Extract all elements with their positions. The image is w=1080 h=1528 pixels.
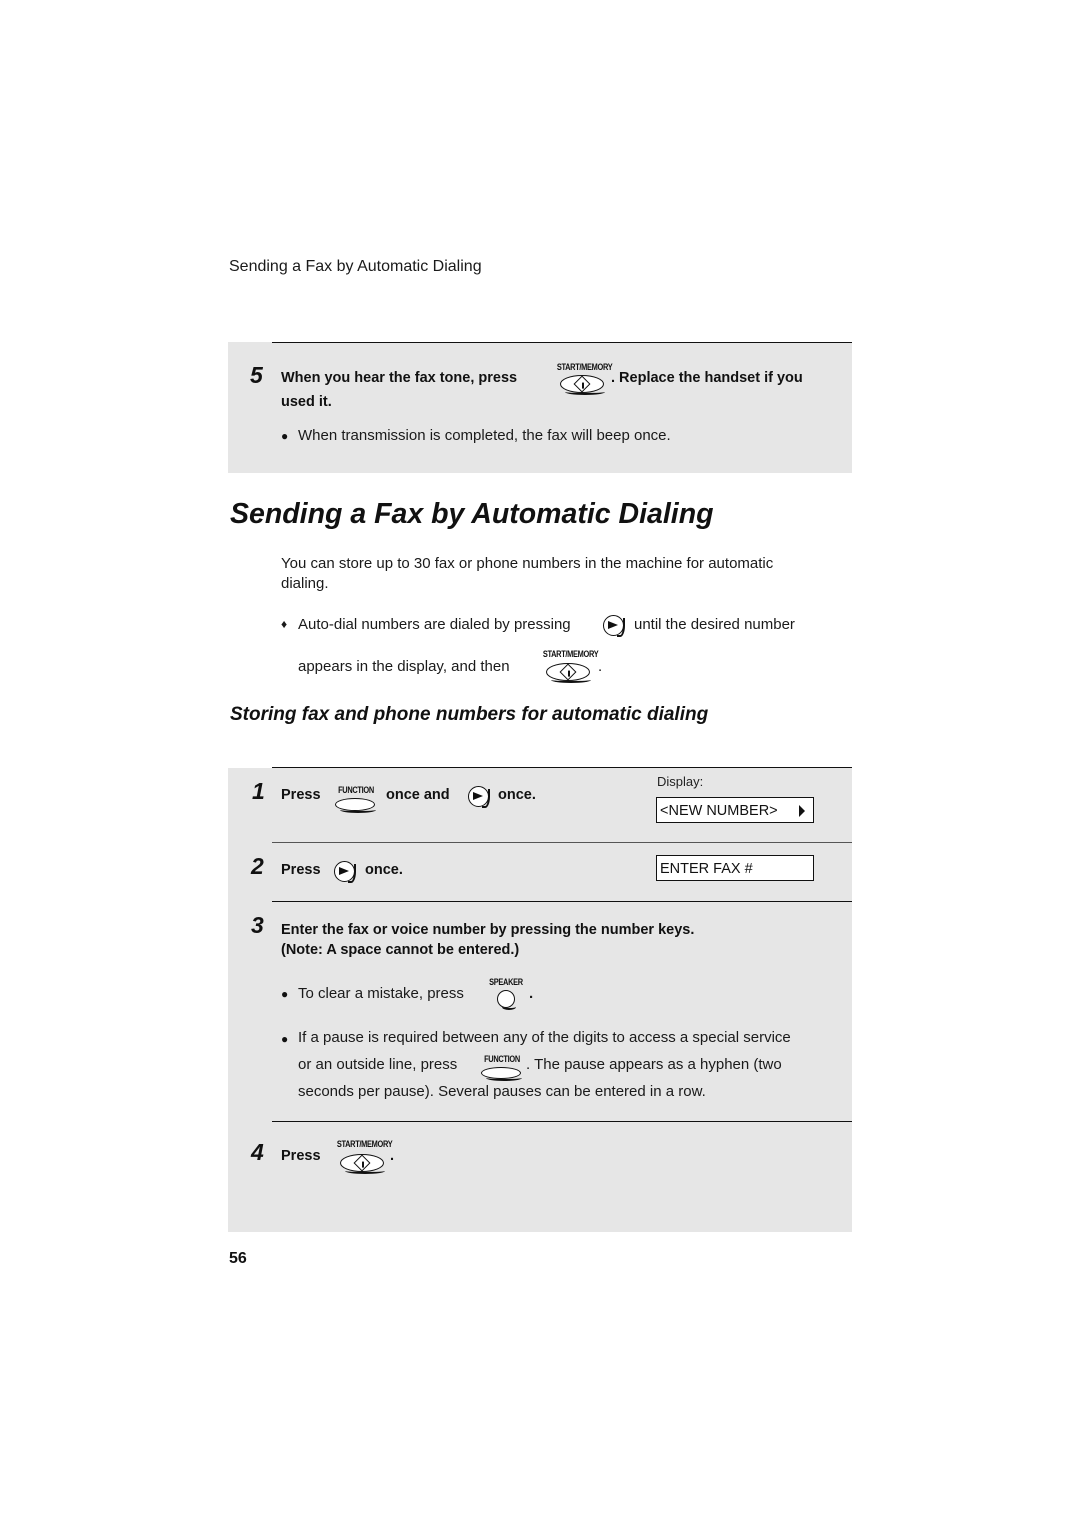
display-enter-fax-text: ENTER FAX # [660, 861, 753, 877]
display-new-number-text: <NEW NUMBER> [660, 803, 778, 819]
start-memory-key-label: START/MEMORY [542, 649, 599, 660]
start-diamond-icon [353, 1154, 371, 1172]
bullet-dot-icon: ● [281, 429, 289, 443]
tip-line-1-after: until the desired number [634, 616, 795, 633]
speaker-round-icon [497, 990, 516, 1010]
step-1-end: once. [498, 787, 536, 803]
start-memory-oval-icon [546, 663, 591, 683]
divider-steps-top [272, 767, 852, 768]
right-arrow-key-icon [603, 615, 625, 637]
divider-1-2 [272, 842, 852, 843]
display-label: Display: [657, 774, 704, 789]
start-memory-key: START/MEMORY [330, 1139, 393, 1174]
step-3-bullet-2-line-1: If a pause is required between any of th… [298, 1029, 791, 1046]
step-1-press: Press [281, 787, 321, 803]
speaker-key-label: SPEAKER [489, 977, 523, 988]
step-3-bullet-1-before: To clear a mistake, press [298, 985, 464, 1002]
step-5-text-line2: used it. [281, 394, 332, 410]
step-3-number: 3 [251, 912, 264, 938]
bullet-dot-icon: ● [281, 1032, 289, 1046]
function-oval-icon [335, 798, 376, 813]
divider-top [272, 342, 852, 343]
step-3-bullet-1-after: . [529, 985, 534, 1002]
right-arrow-key-icon [334, 861, 356, 883]
page-number: 56 [229, 1250, 247, 1267]
start-memory-key-label: START/MEMORY [556, 362, 613, 373]
start-diamond-icon [573, 375, 591, 393]
tip-line-2-before: appears in the display, and then [298, 658, 510, 675]
function-key: FUNCTION [332, 785, 380, 813]
bullet-dot-icon: ● [281, 987, 289, 1001]
start-diamond-icon [559, 663, 577, 681]
section-title: Sending a Fax by Automatic Dialing [230, 498, 714, 530]
intro-line-2: dialing. [281, 575, 329, 592]
step-4-press: Press [281, 1148, 321, 1164]
step-2-number: 2 [251, 853, 264, 879]
step-5-text-after: . Replace the handset if you [611, 370, 803, 386]
step-5-number: 5 [250, 362, 263, 388]
step-4-number: 4 [251, 1139, 264, 1165]
step-3-line-1: Enter the fax or voice number by pressin… [281, 922, 695, 938]
running-header: Sending a Fax by Automatic Dialing [229, 258, 482, 275]
intro-line-1: You can store up to 30 fax or phone numb… [281, 555, 774, 572]
step-5-text-before: When you hear the fax tone, press [281, 370, 518, 386]
start-memory-oval-icon [340, 1154, 385, 1174]
subsection-title: Storing fax and phone numbers for automa… [230, 704, 709, 725]
divider-2-3 [272, 901, 852, 902]
display-enter-fax: ENTER FAX # [656, 855, 814, 881]
step-1-middle: once and [386, 787, 450, 803]
start-memory-oval-icon [560, 375, 605, 395]
function-key-label: FUNCTION [338, 785, 374, 796]
function-key: FUNCTION [478, 1054, 526, 1082]
right-arrow-key-icon [468, 786, 490, 808]
start-memory-key: START/MEMORY [550, 362, 613, 395]
start-memory-key: START/MEMORY [536, 649, 599, 683]
diamond-bullet-icon: ♦ [281, 617, 288, 631]
step-3-line-2: (Note: A space cannot be entered.) [281, 942, 520, 958]
speaker-key: SPEAKER [484, 977, 528, 1010]
tip-line-2-after: . [598, 658, 603, 675]
tip-line-1-before: Auto-dial numbers are dialed by pressing [298, 616, 571, 633]
function-oval-icon [481, 1067, 522, 1081]
step-5-bullet: When transmission is completed, the fax … [298, 427, 671, 444]
function-key-label: FUNCTION [484, 1054, 520, 1065]
display-new-number: <NEW NUMBER> [656, 797, 814, 823]
step-4-end: . [390, 1148, 395, 1164]
step-2-end: once. [365, 862, 403, 878]
divider-3-4 [272, 1121, 852, 1122]
step-1-number: 1 [252, 778, 265, 804]
right-triangle-icon [799, 805, 805, 817]
start-memory-key-label: START/MEMORY [336, 1139, 393, 1150]
step-3-bullet-2-line-2-before: or an outside line, press [298, 1056, 458, 1073]
step-3-bullet-2-line-2-after: . The pause appears as a hyphen (two [526, 1056, 782, 1073]
step-2-press: Press [281, 862, 321, 878]
step-3-bullet-2-line-3: seconds per pause). Several pauses can b… [298, 1083, 706, 1100]
